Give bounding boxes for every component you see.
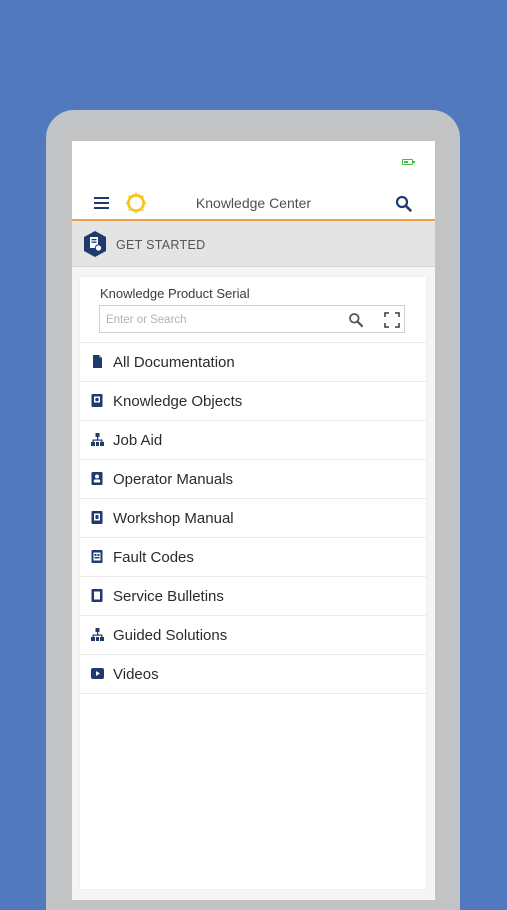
document-icon <box>93 355 102 368</box>
menu-item-service-bulletins[interactable]: Service Bulletins <box>80 576 426 615</box>
menu-item-knowledge-objects[interactable]: Knowledge Objects <box>80 381 426 420</box>
menu-item-label: Job Aid <box>113 432 163 449</box>
menu-item-label: Workshop Manual <box>113 510 234 527</box>
status-bar <box>72 141 435 185</box>
serial-label: Knowledge Product Serial <box>100 286 250 301</box>
serial-input[interactable] <box>104 310 338 330</box>
menu-item-label: Videos <box>113 666 159 683</box>
operator-manual-icon <box>91 472 103 485</box>
content-card: Knowledge Product Serial Enter or Search… <box>80 277 426 889</box>
video-icon <box>91 668 104 679</box>
menu-item-videos[interactable]: Videos <box>80 654 426 694</box>
hierarchy-icon <box>91 628 104 641</box>
menu-item-all-documentation[interactable]: All Documentation <box>80 342 426 381</box>
documentation-menu: All Documentation Knowledge Objects Job … <box>80 342 426 694</box>
menu-item-workshop-manual[interactable]: Workshop Manual <box>80 498 426 537</box>
app-header: Knowledge Center <box>72 185 435 221</box>
hierarchy-icon <box>91 433 104 446</box>
scan-icon[interactable] <box>384 312 400 328</box>
menu-item-label: Service Bulletins <box>113 588 224 605</box>
bulletin-icon <box>91 589 103 602</box>
search-icon[interactable] <box>395 195 413 213</box>
menu-item-job-aid[interactable]: Job Aid <box>80 420 426 459</box>
get-started-banner[interactable]: GET STARTED <box>72 221 435 267</box>
menu-item-label: Knowledge Objects <box>113 393 243 410</box>
menu-item-label: Fault Codes <box>113 549 194 566</box>
menu-item-label: Operator Manuals <box>113 471 234 488</box>
menu-item-operator-manuals[interactable]: Operator Manuals <box>80 459 426 498</box>
serial-search-box <box>99 305 405 333</box>
knowledge-object-icon <box>91 394 103 407</box>
menu-item-label: Guided Solutions <box>113 627 228 644</box>
menu-item-label: All Documentation <box>113 354 235 371</box>
menu-item-guided-solutions[interactable]: Guided Solutions <box>80 615 426 654</box>
get-started-icon <box>84 231 106 257</box>
get-started-label: GET STARTED <box>116 238 206 252</box>
page-title: Knowledge Center <box>195 195 312 211</box>
fault-code-icon <box>91 550 103 563</box>
serial-search-icon[interactable] <box>348 312 364 328</box>
workshop-manual-icon <box>91 511 103 524</box>
app-screen: Knowledge Center GET STARTED Knowledge P… <box>72 141 435 900</box>
battery-icon <box>402 159 415 165</box>
menu-item-fault-codes[interactable]: Fault Codes <box>80 537 426 576</box>
